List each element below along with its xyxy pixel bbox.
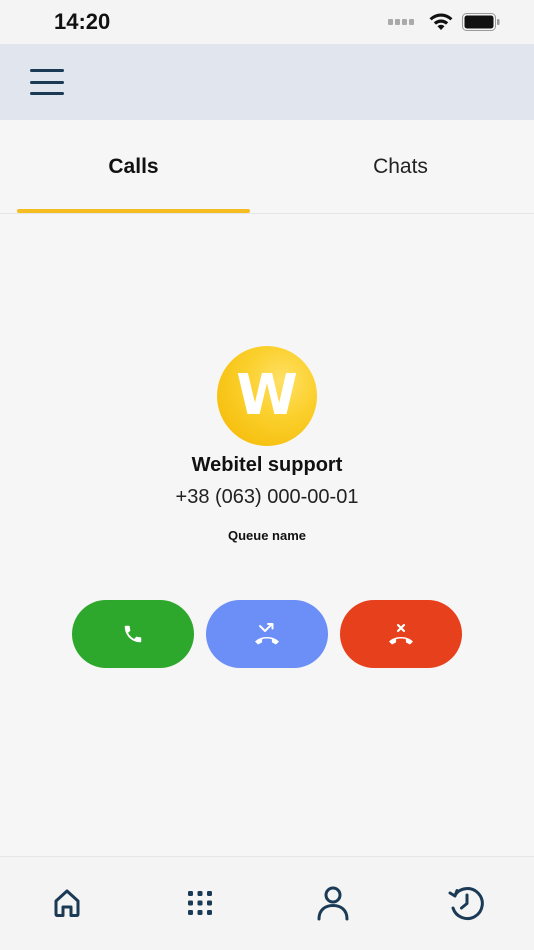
caller-number: +38 (063) 000-00-01 <box>175 486 359 508</box>
dialpad-icon <box>188 891 212 915</box>
nav-dialpad[interactable] <box>180 883 220 923</box>
call-transfer-icon <box>255 623 279 645</box>
history-icon <box>448 887 484 921</box>
bottom-nav <box>0 856 534 950</box>
status-bar: 14:20 <box>0 0 534 44</box>
caller-avatar: W <box>217 346 317 446</box>
signal-icon <box>388 19 414 25</box>
nav-contacts[interactable] <box>313 883 353 923</box>
transfer-call-button[interactable] <box>206 600 328 668</box>
tab-chats[interactable]: Chats <box>284 120 517 214</box>
nav-history[interactable] <box>446 883 486 923</box>
active-tab-indicator <box>17 209 250 213</box>
wifi-icon <box>429 13 453 30</box>
home-icon <box>54 889 80 917</box>
hamburger-menu-icon[interactable] <box>28 66 66 98</box>
phone-icon <box>124 625 142 643</box>
status-time: 14:20 <box>54 9 111 34</box>
person-icon <box>317 886 349 921</box>
app-bar <box>0 44 534 120</box>
tab-calls[interactable]: Calls <box>17 120 250 214</box>
decline-call-button[interactable] <box>340 600 462 668</box>
battery-icon <box>462 13 500 31</box>
caller-name: Webitel support <box>191 454 343 476</box>
nav-home[interactable] <box>47 883 87 923</box>
accept-call-button[interactable] <box>72 600 194 668</box>
queue-name: Queue name <box>227 528 307 543</box>
avatar-letter: W <box>236 363 298 428</box>
call-end-icon <box>389 623 413 645</box>
tab-bar: Calls Chats <box>0 120 534 214</box>
